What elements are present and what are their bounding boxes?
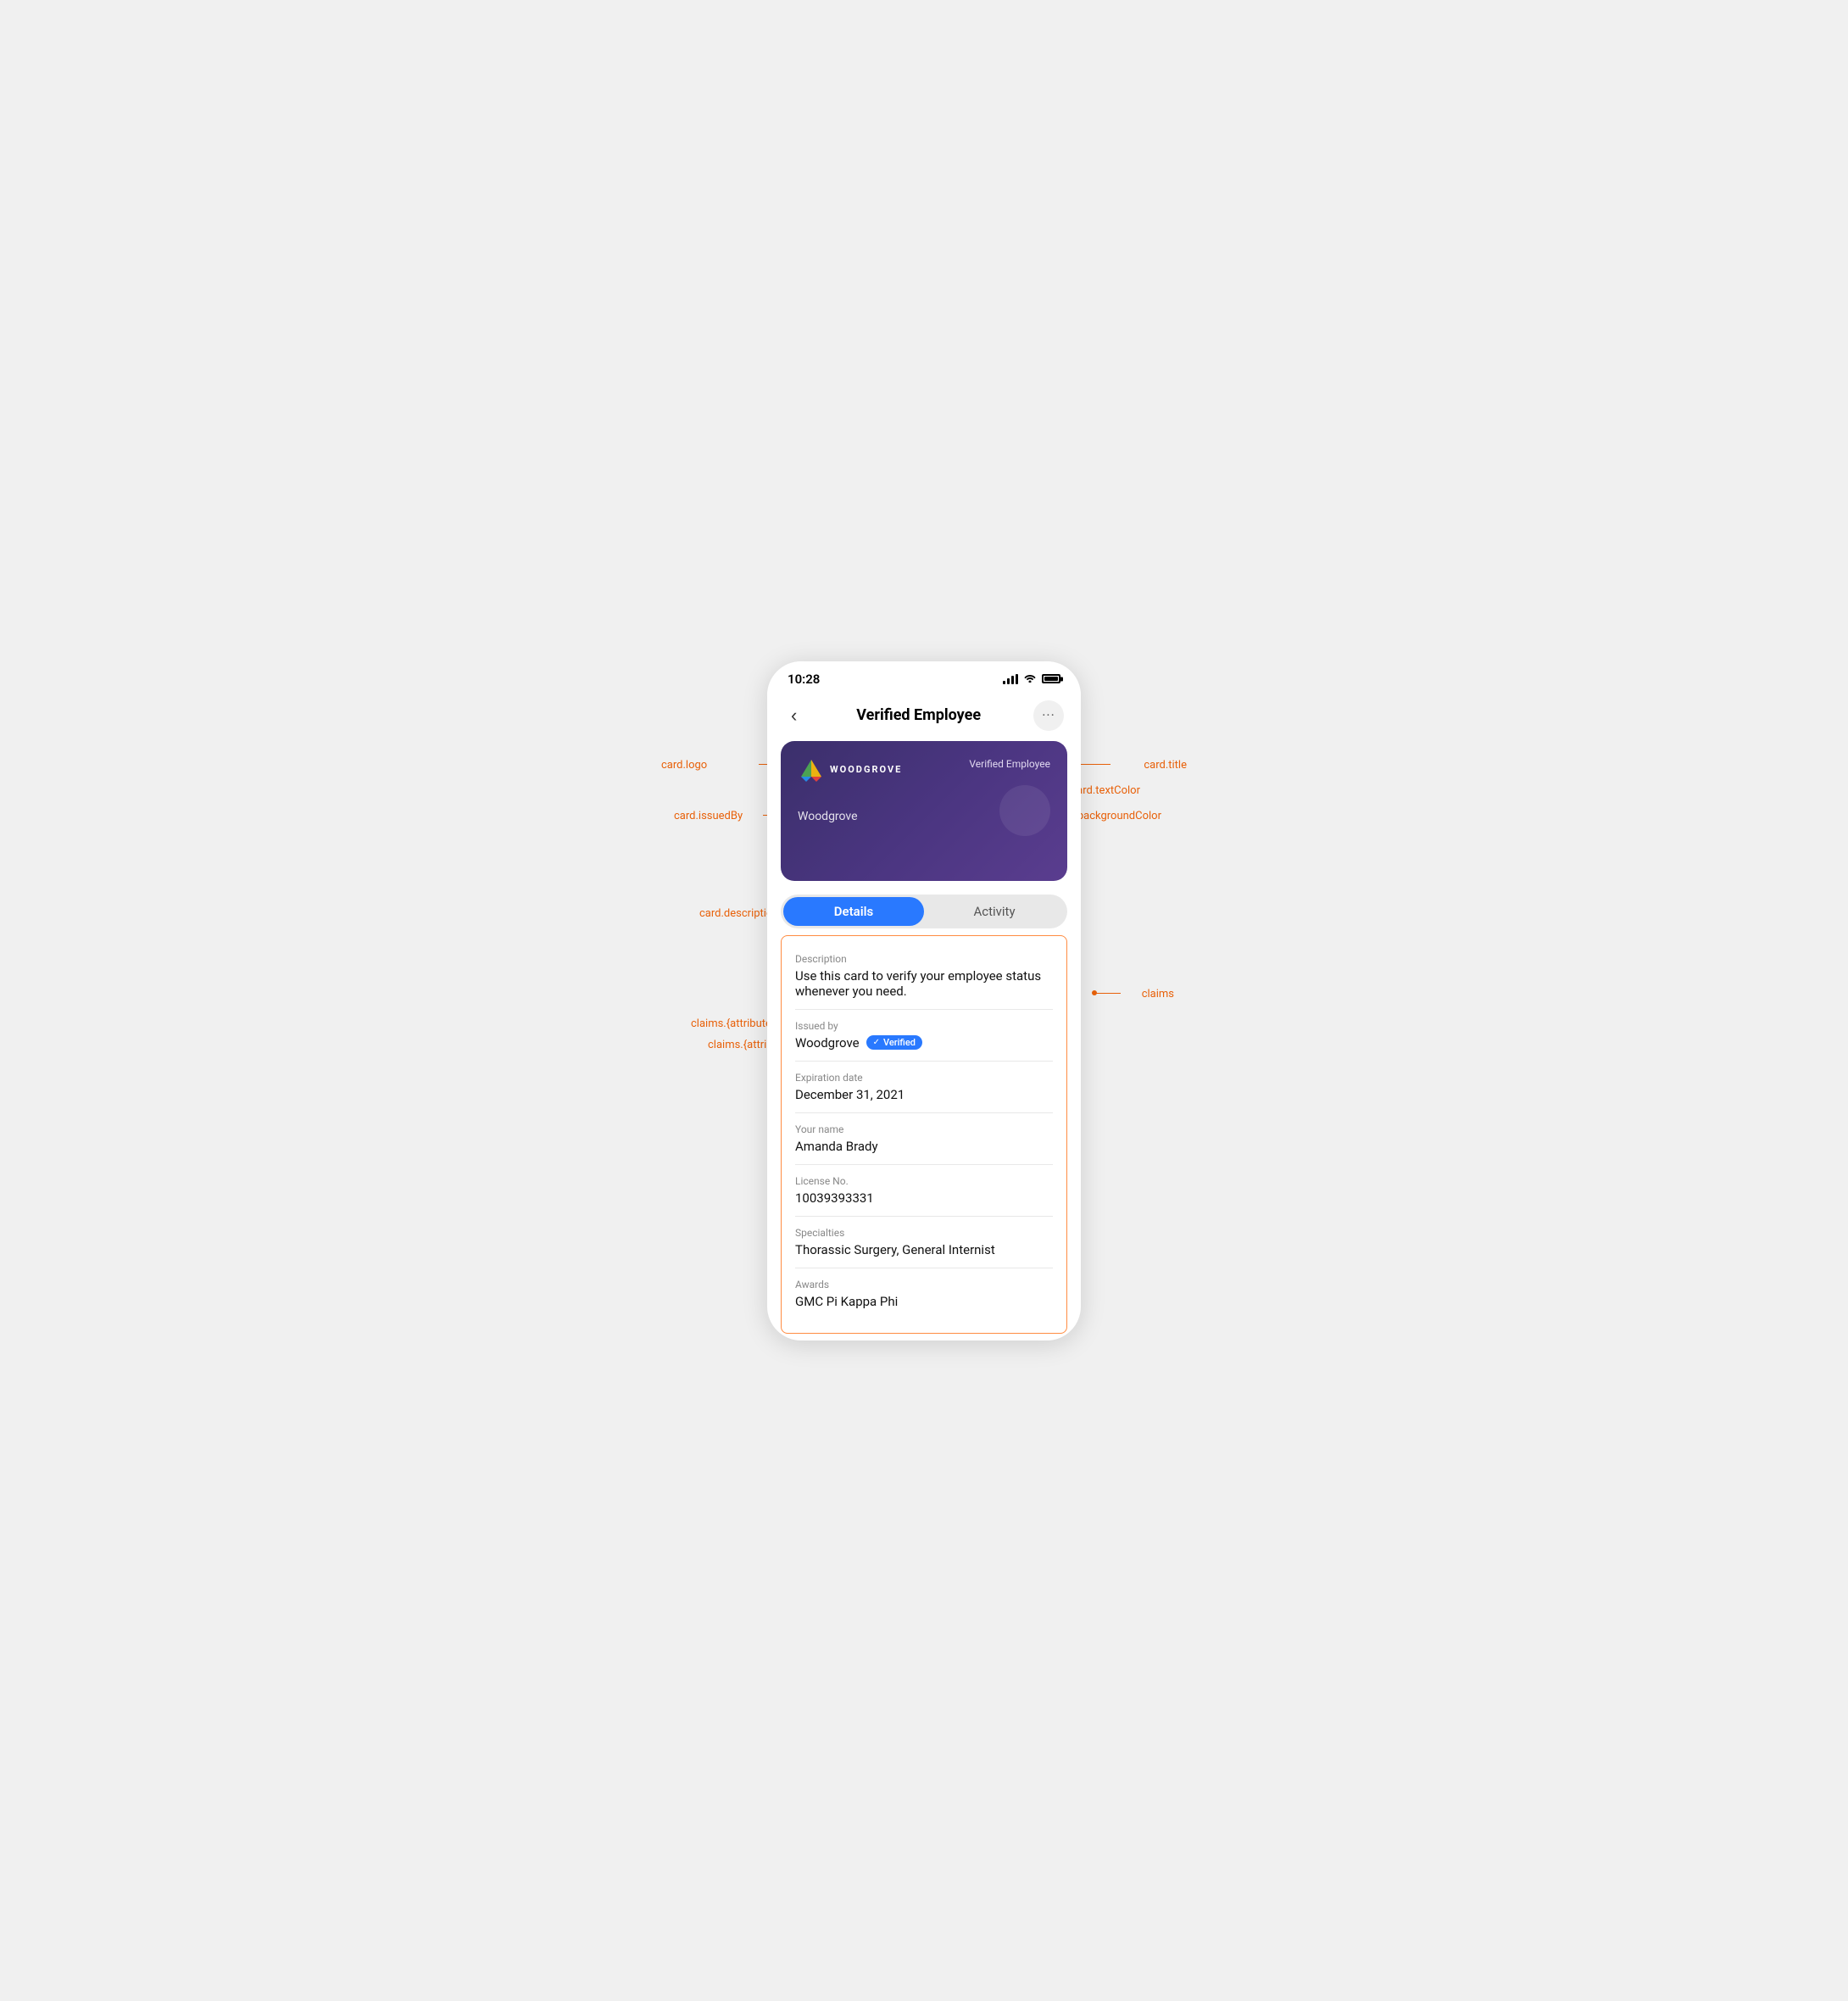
claim-label-1: License No. [795,1175,1053,1187]
battery-icon [1042,674,1060,683]
annotation-card-text-color-1: card.textColor [1071,784,1140,797]
claim-value-0: Amanda Brady [795,1139,1053,1154]
tab-details[interactable]: Details [783,897,924,926]
claim-section-1: License No. 10039393331 [795,1165,1053,1217]
tabs: Details Activity [781,895,1067,928]
description-section: Description Use this card to verify your… [795,943,1053,1010]
verified-label: Verified [883,1037,916,1048]
card-area: WOODGROVE Verified Employee Woodgrove [767,741,1081,895]
wifi-icon [1023,672,1037,685]
card-logo: WOODGROVE [798,758,902,782]
tab-activity[interactable]: Activity [924,897,1065,926]
description-value: Use this card to verify your employee st… [795,968,1053,999]
card-issued-by: Woodgrove [798,810,858,823]
expiration-value: December 31, 2021 [795,1087,1053,1102]
card-title: Verified Employee [969,758,1050,770]
issued-by-label: Issued by [795,1020,1053,1032]
claim-section-2: Specialties Thorassic Surgery, General In… [795,1217,1053,1268]
expiration-section: Expiration date December 31, 2021 [795,1062,1053,1113]
more-button[interactable]: ··· [1033,700,1064,731]
card-footer: Woodgrove [798,807,1050,823]
details-content: Description Use this card to verify your… [781,935,1067,1334]
claim-section-0: Your name Amanda Brady [795,1113,1053,1165]
phone-frame: 10:28 [767,661,1081,1341]
employee-card: WOODGROVE Verified Employee Woodgrove [781,741,1067,881]
claim-value-2: Thorassic Surgery, General Internist [795,1242,1053,1257]
woodgrove-logo-svg [798,758,825,782]
verified-badge: ✓ Verified [866,1035,922,1050]
annotation-card-title: card.title [1144,759,1187,772]
check-icon: ✓ [873,1038,880,1047]
description-label: Description [795,953,1053,965]
claim-label-0: Your name [795,1123,1053,1135]
page-title: Verified Employee [856,706,981,724]
signal-icon [1003,674,1018,684]
nav-bar: ‹ Verified Employee ··· [767,694,1081,741]
status-bar: 10:28 [767,661,1081,694]
claims-container: Your name Amanda Brady License No. 10039393… [795,1113,1053,1319]
back-button[interactable]: ‹ [784,701,804,730]
expiration-label: Expiration date [795,1072,1053,1084]
claim-section-3: Awards GMC Pi Kappa Phi [795,1268,1053,1319]
outer-wrapper: card.logo card.issuedBy card.description… [593,610,1255,1391]
issued-by-section: Issued by Woodgrove ✓ Verified [795,1010,1053,1062]
status-time: 10:28 [788,672,820,687]
card-header: WOODGROVE Verified Employee [798,758,1050,782]
tabs-container: Details Activity [767,895,1081,928]
annotation-card-issued-by: card.issuedBy [674,810,743,822]
claim-label-3: Awards [795,1279,1053,1290]
card-logo-text: WOODGROVE [830,764,902,775]
issued-by-row: Woodgrove ✓ Verified [795,1035,1053,1051]
issued-by-value: Woodgrove [795,1035,860,1051]
status-icons [1003,672,1060,685]
claim-value-1: 10039393331 [795,1190,1053,1206]
claim-value-3: GMC Pi Kappa Phi [795,1294,1053,1309]
annotation-card-logo: card.logo [661,759,707,772]
annotation-claims: claims [1142,988,1174,1000]
claim-label-2: Specialties [795,1227,1053,1239]
